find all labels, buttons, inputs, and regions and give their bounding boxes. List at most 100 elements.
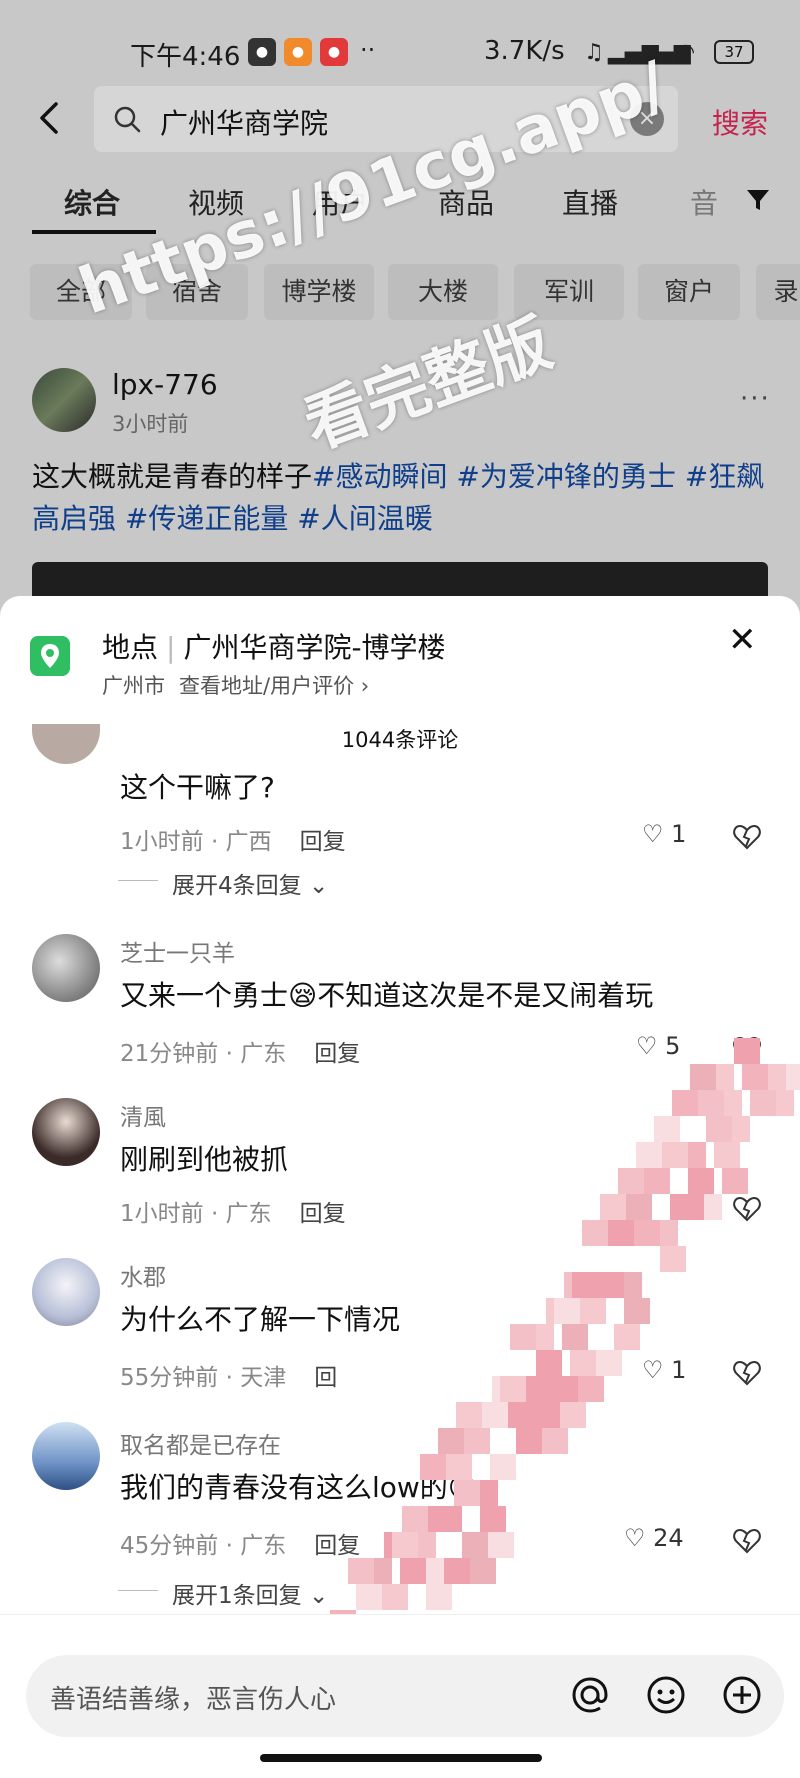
- mosaic-tile: [624, 1298, 650, 1324]
- like-button[interactable]: ♡ 1: [642, 1356, 686, 1384]
- mosaic-tile: [714, 1142, 740, 1168]
- avatar[interactable]: [32, 1098, 100, 1166]
- reply-button[interactable]: 回复: [300, 1201, 346, 1227]
- app-notification-icon: ●: [320, 38, 348, 66]
- dislike-heart-icon[interactable]: [732, 1526, 762, 1556]
- add-icon[interactable]: [720, 1673, 764, 1717]
- mosaic-tile: [636, 1142, 662, 1168]
- mosaic-tile: [626, 1194, 652, 1220]
- like-button[interactable]: ♡ 5: [636, 1032, 680, 1060]
- filter-icon[interactable]: [744, 186, 772, 214]
- comment-username[interactable]: 芝士一只羊: [120, 934, 235, 968]
- dislike-heart-icon[interactable]: [732, 1358, 762, 1388]
- chip-window[interactable]: 窗户: [638, 264, 740, 320]
- hashtag[interactable]: #传递正能量: [125, 502, 288, 535]
- back-arrow-icon[interactable]: [30, 98, 70, 138]
- tab-comprehensive[interactable]: 综合: [64, 182, 120, 222]
- post-username[interactable]: lpx-776: [112, 368, 218, 401]
- comment-time: 1小时前 · 广东: [120, 1201, 272, 1227]
- mosaic-tile: [470, 1558, 496, 1584]
- heart-icon: ♡: [624, 1524, 646, 1552]
- hashtag[interactable]: #为爱冲锋的勇士: [456, 460, 675, 493]
- mosaic-tile: [490, 1454, 516, 1480]
- location-link: 查看地址/用户评价 ›: [179, 674, 370, 698]
- mosaic-tile: [608, 1220, 634, 1246]
- mosaic-tile: [654, 1116, 680, 1142]
- chip-boxue-building[interactable]: 博学楼: [264, 264, 374, 320]
- dislike-heart-icon[interactable]: [732, 1194, 762, 1224]
- tab-live[interactable]: 直播: [562, 182, 618, 222]
- like-button[interactable]: ♡ 1: [642, 820, 686, 848]
- mosaic-tile: [392, 1532, 418, 1558]
- location-title[interactable]: 地点 | 广州华商学院-博学楼: [102, 626, 446, 666]
- mosaic-tile: [500, 1376, 526, 1402]
- post-time: 3小时前: [112, 412, 189, 436]
- mosaic-tile: [526, 1376, 552, 1402]
- status-time: 下午4:46: [130, 42, 241, 72]
- like-count: 24: [653, 1524, 684, 1552]
- status-bar: 下午4:46 ● ● ● ·· 3.7K/s ♫ ▂▄▆ ▂▄▆ ◠ 37: [0, 0, 800, 84]
- comment-input-placeholder: 善语结善缘，恶言伤人心: [50, 1685, 337, 1715]
- mosaic-tile: [420, 1454, 446, 1480]
- mosaic-tile: [582, 1220, 608, 1246]
- reply-button[interactable]: 回复: [314, 1041, 360, 1067]
- mosaic-tile: [722, 1168, 748, 1194]
- hashtag[interactable]: #人间温暖: [297, 502, 432, 535]
- mosaic-tile: [482, 1402, 508, 1428]
- mosaic-tile: [786, 1064, 800, 1090]
- heart-icon: ♡: [642, 1356, 664, 1384]
- emoji-icon[interactable]: [644, 1673, 688, 1717]
- mosaic-tile: [480, 1506, 506, 1532]
- mosaic-tile: [534, 1402, 560, 1428]
- mute-icon: ♫: [584, 40, 604, 65]
- mosaic-tile: [462, 1532, 488, 1558]
- reply-button[interactable]: 回: [314, 1365, 337, 1391]
- network-speed: 3.7K/s: [484, 36, 565, 66]
- comment-input[interactable]: 善语结善缘，恶言伤人心: [26, 1655, 784, 1737]
- mosaic-tile: [554, 1298, 580, 1324]
- mosaic-tile: [516, 1428, 542, 1454]
- close-icon[interactable]: ✕: [728, 620, 757, 660]
- hashtag[interactable]: #感动瞬间: [312, 460, 447, 493]
- at-mention-icon[interactable]: [568, 1673, 612, 1717]
- mosaic-tile: [596, 1350, 622, 1376]
- avatar[interactable]: [32, 934, 100, 1002]
- avatar[interactable]: [32, 368, 96, 432]
- mosaic-tile: [688, 1168, 714, 1194]
- tab-music[interactable]: 音: [690, 182, 718, 222]
- like-count: 1: [671, 1356, 687, 1384]
- comment-username[interactable]: 取名都是已存在: [120, 1426, 281, 1460]
- reply-button[interactable]: 回复: [314, 1533, 360, 1559]
- location-city: 广州市: [102, 674, 165, 698]
- avatar[interactable]: [32, 1258, 100, 1326]
- mosaic-tile: [614, 1324, 640, 1350]
- mosaic-tile: [488, 1532, 514, 1558]
- location-subtitle[interactable]: 广州市 查看地址/用户评价 ›: [102, 670, 369, 700]
- mosaic-tile: [348, 1558, 374, 1584]
- chip-more[interactable]: 录: [756, 264, 800, 320]
- heart-icon: ♡: [642, 820, 664, 848]
- mosaic-tile: [464, 1428, 490, 1454]
- divider-line: [118, 1590, 158, 1591]
- comment-count: 1044条评论: [341, 728, 459, 752]
- home-indicator[interactable]: [260, 1754, 542, 1762]
- search-icon: [114, 106, 141, 133]
- caption-text: 这大概就是青春的样子: [32, 460, 313, 493]
- search-button[interactable]: 搜索: [712, 102, 768, 142]
- more-options-icon[interactable]: ···: [740, 384, 771, 414]
- mosaic-tile: [572, 1272, 598, 1298]
- expand-replies[interactable]: 展开1条回复 ⌄: [172, 1576, 328, 1610]
- expand-replies[interactable]: 展开4条回复 ⌄: [172, 866, 328, 900]
- comment-username[interactable]: 水郡: [120, 1258, 166, 1292]
- mosaic-tile: [662, 1142, 688, 1168]
- reply-button[interactable]: 回复: [300, 829, 346, 855]
- mosaic-tile: [426, 1584, 452, 1610]
- avatar[interactable]: [32, 724, 100, 764]
- location-place: 广州华商学院-博学楼: [183, 631, 446, 664]
- dislike-heart-icon[interactable]: [732, 822, 762, 852]
- mosaic-tile: [742, 1064, 768, 1090]
- avatar[interactable]: [32, 1422, 100, 1490]
- like-count: 5: [665, 1032, 681, 1060]
- comment-username[interactable]: 清風: [120, 1098, 166, 1132]
- like-button[interactable]: ♡ 24: [624, 1524, 684, 1552]
